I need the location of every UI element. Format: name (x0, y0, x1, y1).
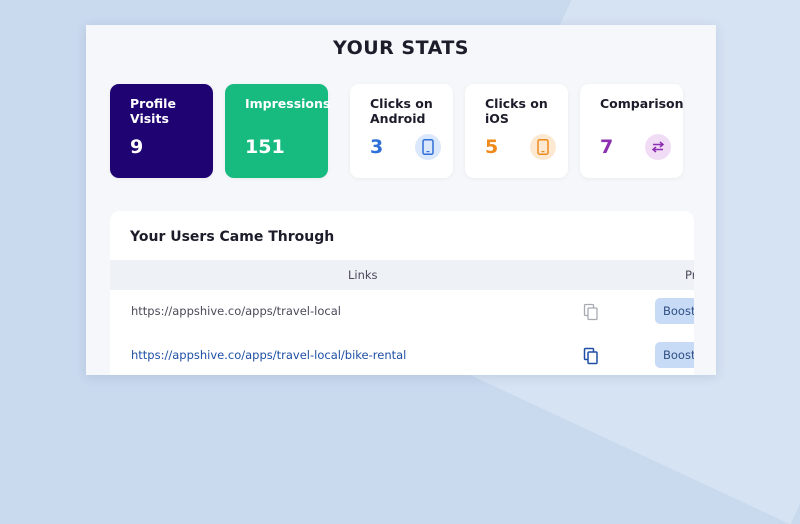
stat-value: 5 (485, 136, 499, 158)
swap-arrows-icon (645, 134, 671, 160)
users-source-card: Your Users Came Through Links Pr https:/… (110, 211, 694, 375)
stat-card-profile-visits: Profile Visits 9 (110, 84, 213, 178)
copy-icon[interactable] (582, 347, 600, 365)
column-header-links: Links (348, 268, 378, 282)
stat-card-clicks-ios: Clicks on iOS 5 (465, 84, 568, 178)
stat-value: 9 (130, 136, 144, 158)
stats-panel: YOUR STATS Profile Visits 9 Impressions … (86, 25, 716, 375)
smartphone-icon (415, 134, 441, 160)
smartphone-icon (530, 134, 556, 160)
stat-label: Clicks on iOS (485, 96, 548, 126)
link-text: https://appshive.co/apps/travel-local (131, 304, 341, 318)
column-header-partial: Pr (685, 268, 694, 282)
table-row: https://appshive.co/apps/travel-local Bo… (110, 290, 694, 334)
copy-icon[interactable] (582, 303, 600, 321)
table-header: Links Pr (110, 260, 694, 290)
boost-button[interactable]: Boost (655, 342, 694, 368)
stat-label: Clicks on Android (370, 96, 433, 126)
stat-label: Comparison (600, 96, 684, 111)
stat-value: 7 (600, 136, 614, 158)
section-title: Your Users Came Through (130, 229, 335, 245)
link-text[interactable]: https://appshive.co/apps/travel-local/bi… (131, 348, 406, 362)
stat-label: Impressions (245, 96, 331, 111)
stat-value: 3 (370, 136, 384, 158)
stat-value: 151 (245, 136, 285, 158)
table-row: https://appshive.co/apps/travel-local/bi… (110, 334, 694, 375)
stat-label: Profile Visits (130, 96, 176, 126)
stat-card-comparison: Comparison 7 (580, 84, 684, 178)
stat-card-clicks-android: Clicks on Android 3 (350, 84, 453, 178)
page-title: YOUR STATS (333, 37, 469, 59)
boost-button[interactable]: Boost (655, 298, 694, 324)
stat-card-impressions: Impressions 151 (225, 84, 331, 178)
